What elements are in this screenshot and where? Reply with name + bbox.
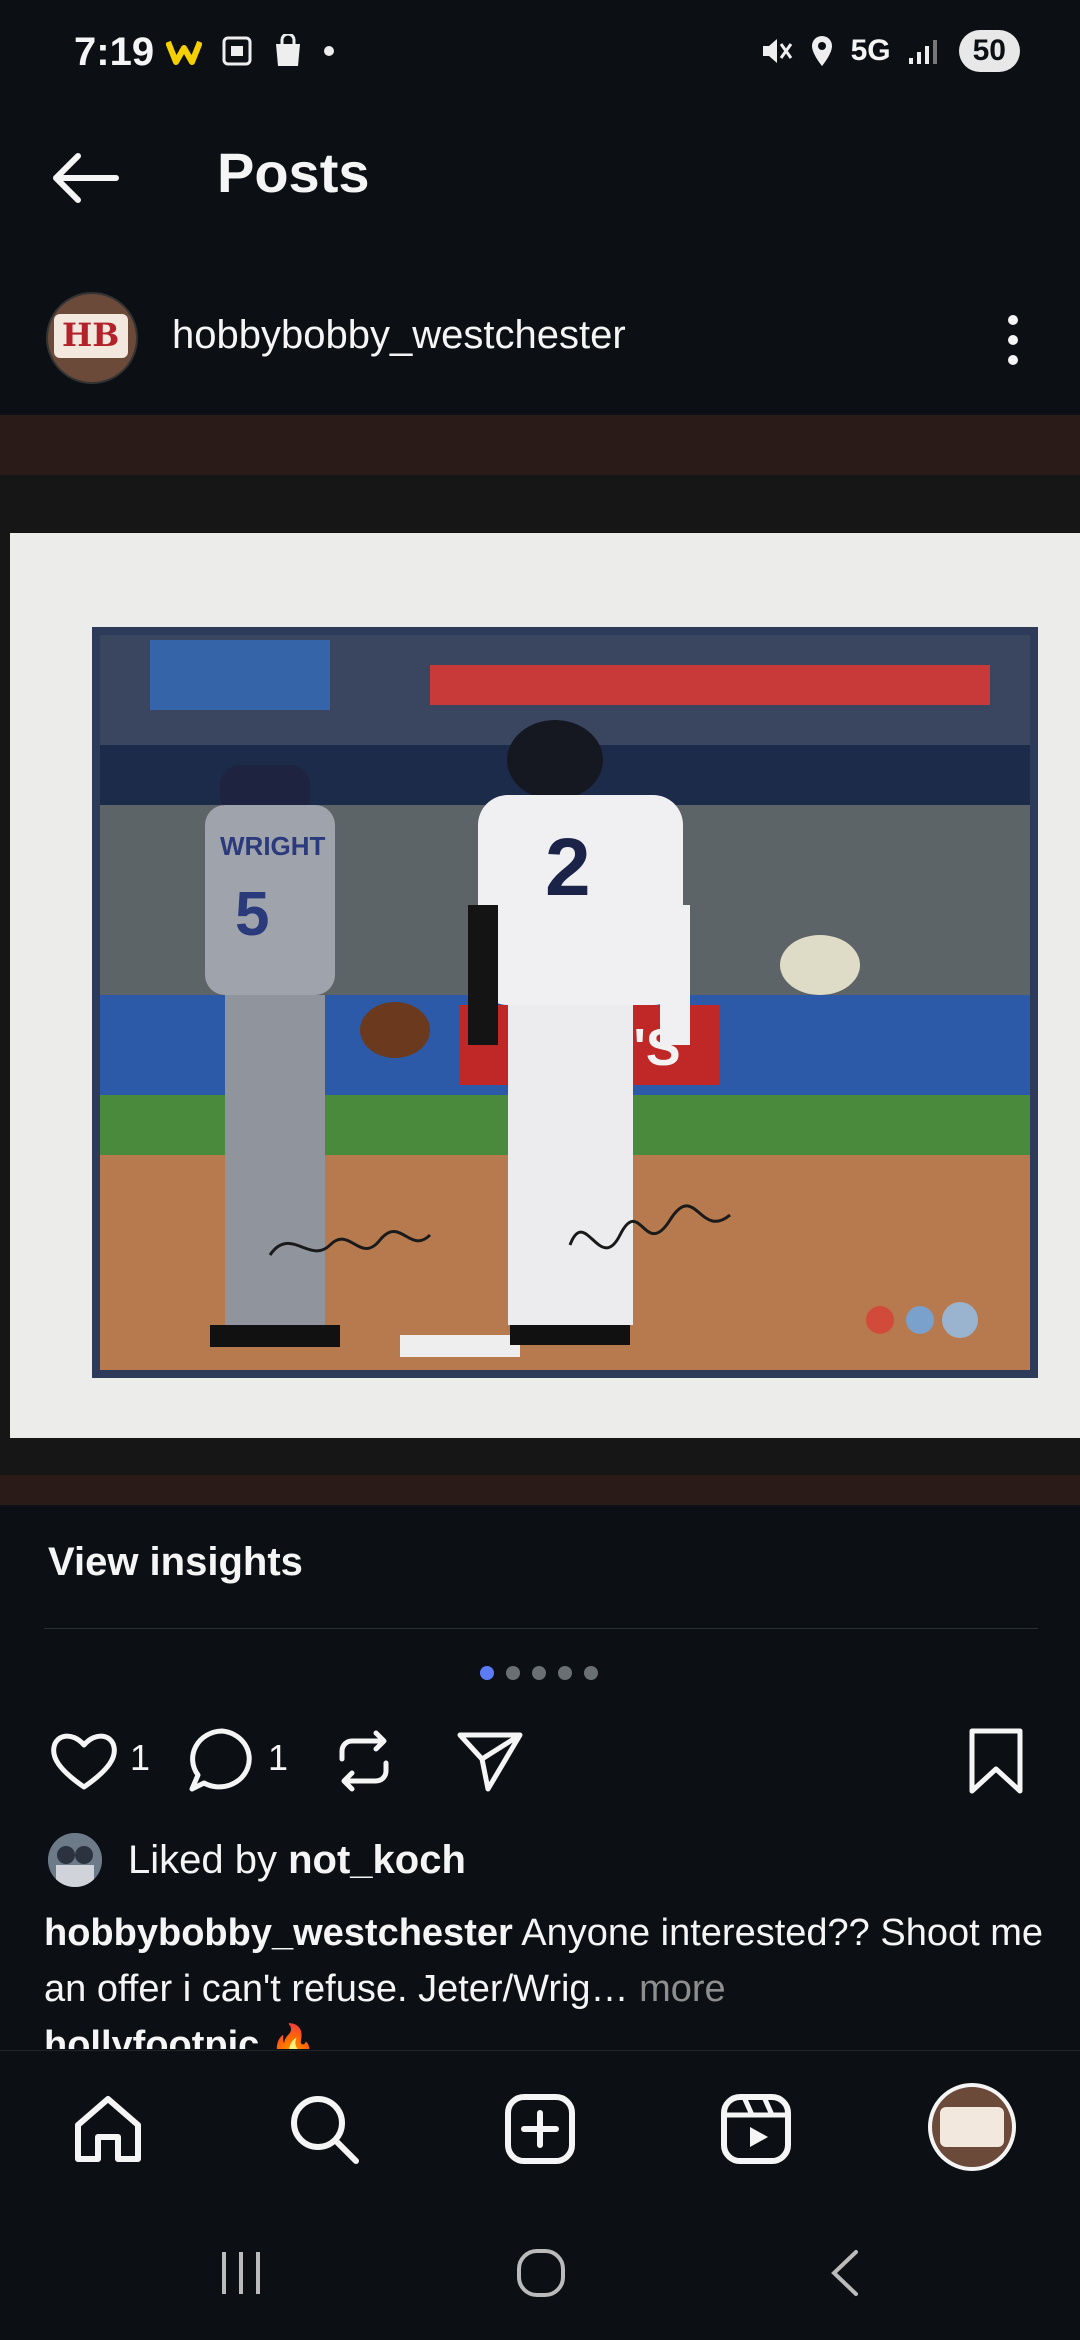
jersey-right-number: 2 <box>545 822 591 913</box>
back-arrow-icon[interactable] <box>46 138 126 218</box>
bookmark-icon[interactable] <box>960 1725 1032 1797</box>
dot-icon <box>324 46 334 56</box>
location-icon <box>811 36 832 66</box>
carousel-dot <box>532 1666 546 1680</box>
plus-square-icon[interactable] <box>500 2089 580 2169</box>
more-vertical-icon[interactable] <box>998 310 1028 370</box>
liked-by-text: Liked by not_koch <box>128 1838 466 1883</box>
search-icon[interactable] <box>284 2089 364 2169</box>
battery-indicator: 50 <box>958 30 1020 72</box>
comment-peek: hollyfootpic 🔥 <box>44 2024 318 2049</box>
status-system-icons: 5G 50 <box>759 30 1020 72</box>
post-actions: 1 1 <box>0 1715 1080 1805</box>
status-bar: 7:19 5G 50 <box>0 0 1080 110</box>
jersey-left-name: WRIGHT <box>220 831 326 861</box>
liked-by-row[interactable]: Liked by not_koch <box>48 1830 466 1890</box>
status-notification-icons <box>166 34 336 68</box>
post-caption[interactable]: hobbybobby_westchester Anyone interested… <box>44 1905 1044 2017</box>
caption-ellipsis: … <box>590 1968 629 2010</box>
profile-avatar-icon[interactable] <box>928 2083 1016 2171</box>
account-avatar[interactable]: HB <box>46 292 138 384</box>
view-insights-link[interactable]: View insights <box>48 1540 303 1585</box>
comments-count[interactable]: 1 <box>268 1737 288 1779</box>
heart-icon[interactable] <box>48 1725 120 1797</box>
post-username[interactable]: hobbybobby_westchester <box>172 313 626 358</box>
caption-username[interactable]: hobbybobby_westchester <box>44 1912 513 1954</box>
logo-text: HB <box>62 316 120 354</box>
repost-icon[interactable] <box>328 1725 400 1797</box>
carousel-dot <box>506 1666 520 1680</box>
profile-logo <box>940 2107 1004 2147</box>
carousel-indicator <box>480 1666 598 1680</box>
system-navigation-bar <box>0 2210 1080 2340</box>
signal-icon <box>908 40 937 64</box>
status-time: 7:19 <box>74 30 155 74</box>
caption-more-link[interactable]: more <box>629 1968 726 2010</box>
screenshot-icon <box>222 36 252 66</box>
hobbybobby-logo: HB <box>54 314 128 358</box>
carousel-dot-active <box>480 1666 494 1680</box>
jersey-left-number: 5 <box>235 880 269 949</box>
likes-count[interactable]: 1 <box>130 1737 150 1779</box>
system-back-icon[interactable] <box>820 2246 874 2300</box>
autographed-photo: LL'S WRIGHT 5 2 <box>92 627 1038 1378</box>
comment-icon[interactable] <box>186 1725 258 1797</box>
liker-avatar <box>48 1833 102 1887</box>
top-app-bar: Posts <box>0 110 1080 240</box>
reels-icon[interactable] <box>716 2089 796 2169</box>
carousel-dot <box>584 1666 598 1680</box>
liked-by-prefix: Liked by <box>128 1837 289 1882</box>
post-header: HB hobbybobby_westchester <box>0 280 1080 400</box>
recent-apps-icon[interactable] <box>214 2246 268 2300</box>
shopping-bag-icon <box>276 34 300 66</box>
divider <box>44 1628 1038 1629</box>
post-image[interactable]: LL'S WRIGHT 5 2 <box>0 415 1080 1505</box>
bottom-navigation <box>0 2050 1080 2201</box>
network-label: 5G <box>850 34 891 67</box>
carousel-dot <box>558 1666 572 1680</box>
home-button-icon[interactable] <box>514 2246 568 2300</box>
wink-app-icon <box>166 40 202 65</box>
liked-by-username[interactable]: not_koch <box>288 1838 466 1882</box>
page-title: Posts <box>217 141 370 204</box>
mute-icon <box>762 39 792 63</box>
home-icon[interactable] <box>68 2089 148 2169</box>
send-icon[interactable] <box>454 1725 526 1797</box>
